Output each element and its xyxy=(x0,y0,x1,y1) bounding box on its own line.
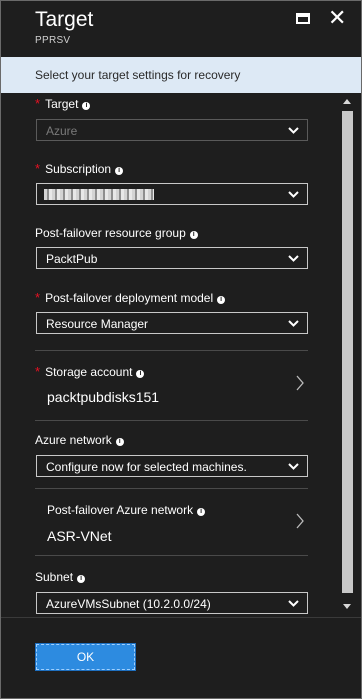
blade-title: Target xyxy=(35,8,94,31)
azure-network-label: Azure network i xyxy=(35,433,124,447)
required-star: * xyxy=(35,364,41,379)
info-icon[interactable]: i xyxy=(136,370,145,378)
info-icon[interactable]: i xyxy=(217,296,226,304)
info-bar: Select your target settings for recovery xyxy=(1,57,361,93)
info-icon[interactable]: i xyxy=(189,231,198,239)
resource-group-dropdown[interactable]: PacktPub xyxy=(36,247,308,269)
footer-divider xyxy=(1,617,361,618)
chevron-down-icon xyxy=(288,191,299,198)
deployment-model-value: Resource Manager xyxy=(46,317,149,331)
resource-group-value: PacktPub xyxy=(46,252,98,266)
chevron-down-icon xyxy=(288,255,299,262)
chevron-down-icon xyxy=(288,600,299,607)
subnet-dropdown[interactable]: AzureVMsSubnet (10.2.0.0/24) xyxy=(36,592,308,614)
resource-group-label: Post-failover resource group i xyxy=(35,226,198,240)
info-icon[interactable]: i xyxy=(197,508,206,516)
storage-account-value: packtpubdisks151 xyxy=(47,389,160,405)
settings-form: * Target i Azure * Subscription i Post-failo… xyxy=(1,93,338,617)
target-label: * Target i xyxy=(35,96,91,111)
chevron-right-icon xyxy=(296,513,304,529)
info-icon[interactable]: i xyxy=(115,167,124,175)
info-icon[interactable]: i xyxy=(115,438,124,446)
target-blade: Target PPRSV ✕ Select your target settin… xyxy=(0,0,362,699)
scrollbar-thumb[interactable] xyxy=(342,111,353,593)
azure-network-dropdown[interactable]: Configure now for selected machines. xyxy=(36,455,308,477)
scroll-down-arrow-icon[interactable] xyxy=(343,604,351,609)
subnet-label: Subnet i xyxy=(35,570,86,584)
chevron-right-icon xyxy=(296,375,304,391)
blade-subtitle: PPRSV xyxy=(35,35,71,46)
failover-network-label: Post-failover Azure network i xyxy=(47,503,206,517)
close-icon[interactable]: ✕ xyxy=(328,6,346,30)
scroll-up-arrow-icon[interactable] xyxy=(343,99,351,104)
chevron-down-icon xyxy=(288,320,299,327)
azure-network-value: Configure now for selected machines. xyxy=(46,460,247,474)
required-star: * xyxy=(35,161,41,176)
divider xyxy=(35,420,308,421)
required-star: * xyxy=(35,96,41,111)
info-icon[interactable]: i xyxy=(77,575,86,583)
redacted-value xyxy=(44,189,154,200)
chevron-down-icon xyxy=(288,463,299,470)
deployment-model-dropdown[interactable]: Resource Manager xyxy=(36,312,308,334)
vertical-scrollbar[interactable] xyxy=(339,93,356,617)
info-icon[interactable]: i xyxy=(82,102,91,110)
deployment-model-label: * Post-failover deployment model i xyxy=(35,290,226,305)
divider xyxy=(35,555,308,556)
blade-header: Target PPRSV ✕ xyxy=(1,1,361,57)
storage-account-label: * Storage account i xyxy=(35,364,145,379)
info-bar-text: Select your target settings for recovery xyxy=(35,68,241,82)
subscription-dropdown[interactable] xyxy=(36,183,308,205)
subscription-label: * Subscription i xyxy=(35,161,124,176)
failover-network-value: ASR-VNet xyxy=(47,528,112,544)
maximize-icon[interactable] xyxy=(296,13,310,24)
target-value: Azure xyxy=(46,124,78,138)
required-star: * xyxy=(35,290,41,305)
chevron-down-icon xyxy=(288,127,299,134)
target-dropdown: Azure xyxy=(36,119,308,141)
subnet-value: AzureVMsSubnet (10.2.0.0/24) xyxy=(46,597,211,611)
failover-network-row[interactable]: Post-failover Azure network i ASR-VNet xyxy=(35,489,308,555)
ok-button[interactable]: OK xyxy=(35,643,136,671)
storage-account-row[interactable]: * Storage account i packtpubdisks151 xyxy=(35,351,308,419)
